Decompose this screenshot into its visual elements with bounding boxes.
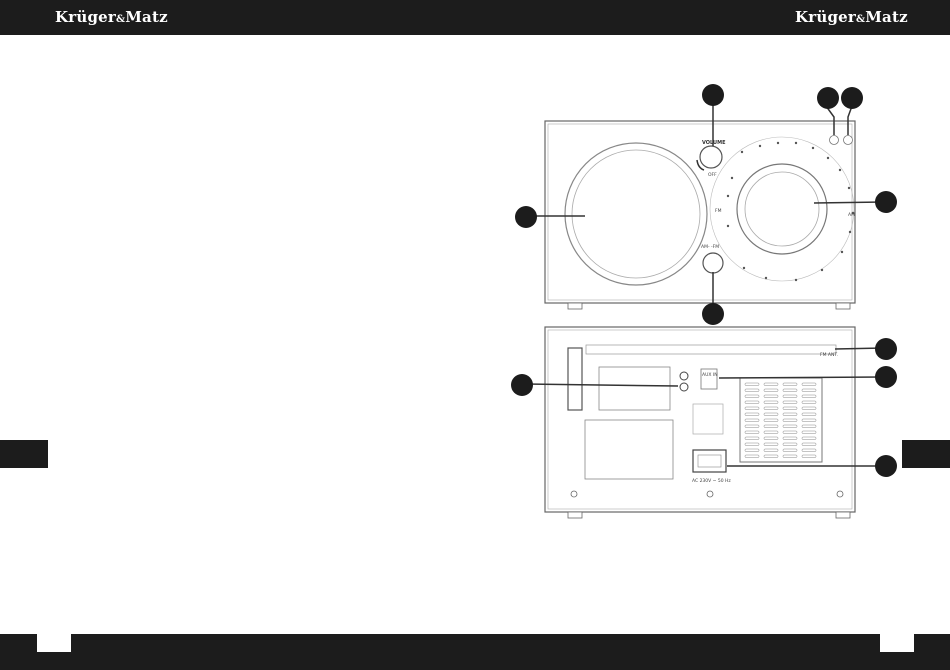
vent-slot: [763, 430, 779, 434]
vent-slot: [801, 412, 817, 416]
aux-in-label: AUX IN: [702, 372, 718, 378]
callout-headphone: [511, 374, 533, 396]
vent-slot: [744, 448, 760, 452]
vent-slot: [782, 436, 798, 440]
vent-slot: [801, 388, 817, 392]
vent-slot: [763, 382, 779, 386]
fm-antenna-rod: [585, 344, 837, 355]
indicator-led-1: [829, 135, 839, 145]
power-label: AC 230V ~ 50 Hz: [692, 478, 731, 484]
band-selector-knob: [702, 252, 724, 274]
vent-slot: [782, 388, 798, 392]
front-foot-left: [567, 302, 583, 310]
vent-slot: [782, 400, 798, 404]
vent-slot: [763, 418, 779, 422]
vent-slot: [801, 418, 817, 422]
vent-slot: [744, 388, 760, 392]
vent-slot: [782, 454, 798, 458]
vent-slot: [744, 406, 760, 410]
vent-slot: [763, 406, 779, 410]
callout-tuning: [875, 191, 897, 213]
vent-slot: [763, 412, 779, 416]
vent-slot: [801, 394, 817, 398]
label-plate: [598, 366, 671, 411]
off-label: OFF: [708, 172, 717, 178]
vent-slot: [763, 448, 779, 452]
antenna-hinge: [567, 347, 583, 411]
vent-slot: [801, 400, 817, 404]
am-scale-label: AM: [848, 212, 855, 218]
rear-plate: [692, 403, 724, 435]
vent-slot: [744, 436, 760, 440]
headphone-jack-2: [679, 382, 689, 392]
vent-slot: [763, 436, 779, 440]
vent-slot: [782, 406, 798, 410]
vent-slot: [782, 424, 798, 428]
callout-band: [702, 303, 724, 325]
vent-slot: [744, 424, 760, 428]
headphone-jack: [679, 371, 689, 381]
vent-slot: [763, 400, 779, 404]
rear-view: FM ANT. AUX IN AC 230V ~ 50 Hz: [544, 326, 856, 519]
vent-slot: [801, 382, 817, 386]
vent-slot: [801, 406, 817, 410]
speaker-grille-inner: [571, 149, 701, 279]
vent-slot: [744, 430, 760, 434]
vent-slot: [744, 412, 760, 416]
front-view: FM AM VOLUME OFF AM- -FM: [544, 120, 856, 310]
volume-label: VOLUME: [702, 140, 726, 146]
rear-foot-right: [835, 511, 851, 519]
volume-knob: [699, 145, 723, 169]
vent-slot: [801, 448, 817, 452]
vent-slot: [801, 436, 817, 440]
vent-slot: [744, 454, 760, 458]
vent-slot: [763, 394, 779, 398]
battery-cover: [584, 419, 674, 480]
vent-slot: [782, 442, 798, 446]
vent-slot: [801, 424, 817, 428]
vent-slot: [744, 400, 760, 404]
vent-slot: [763, 442, 779, 446]
screw-2: [706, 490, 714, 498]
callout-aux: [875, 366, 897, 388]
vent-slot: [782, 448, 798, 452]
callout-power: [875, 455, 897, 477]
vent-slot: [744, 394, 760, 398]
indicator-led-2: [843, 135, 853, 145]
callout-led-1: [817, 87, 839, 109]
antenna-label: FM ANT.: [820, 352, 838, 358]
vent-slot: [782, 418, 798, 422]
vent-slot: [782, 412, 798, 416]
rear-foot-left: [567, 511, 583, 519]
vent-slot: [801, 454, 817, 458]
callout-volume: [702, 84, 724, 106]
callout-antenna: [875, 338, 897, 360]
vent-slot: [763, 424, 779, 428]
fm-scale-label: FM: [715, 208, 722, 214]
vent-slot: [744, 382, 760, 386]
vent-slot: [782, 394, 798, 398]
callout-speaker: [515, 206, 537, 228]
screw-1: [570, 490, 578, 498]
band-label: AM- -FM: [701, 244, 719, 250]
vent-slot: [801, 442, 817, 446]
vent-slot: [782, 430, 798, 434]
front-foot-right: [835, 302, 851, 310]
tuning-knob-inner: [744, 171, 820, 247]
aux-in-socket: [700, 368, 718, 390]
screw-3: [836, 490, 844, 498]
vent-slot: [744, 418, 760, 422]
callout-led-2: [841, 87, 863, 109]
vent-slot: [763, 388, 779, 392]
radio-diagram: FM AM VOLUME OFF AM- -FM FM ANT. AUX IN: [511, 84, 897, 519]
vent-slot: [782, 382, 798, 386]
vent-slot: [744, 442, 760, 446]
vent-slot: [763, 454, 779, 458]
vent-slot: [801, 430, 817, 434]
